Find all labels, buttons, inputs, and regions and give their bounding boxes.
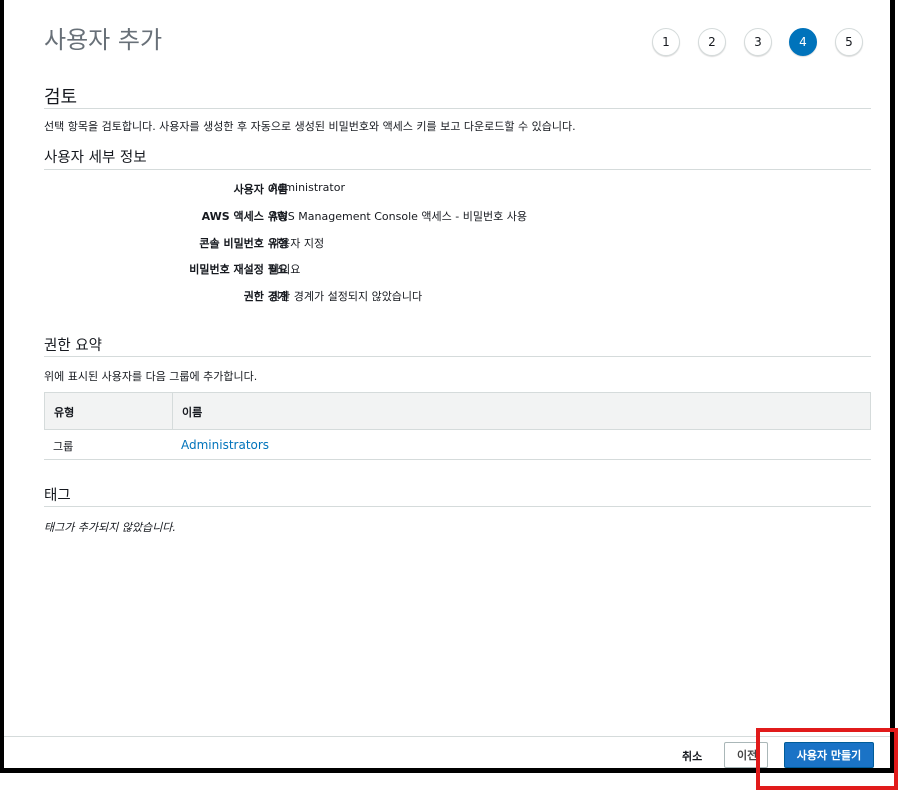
create-user-button[interactable]: 사용자 만들기 (784, 742, 874, 768)
detail-row-username: 사용자 이름 Administrator (44, 181, 844, 199)
detail-row-password-type: 콘솔 비밀번호 유형 사용자 지정 (44, 235, 844, 253)
detail-value: AWS Management Console 액세스 - 비밀번호 사용 (270, 210, 527, 223)
divider (44, 169, 871, 170)
divider (44, 108, 871, 109)
detail-value: 권한 경계가 설정되지 않았습니다 (270, 290, 423, 303)
column-header-type: 유형 (54, 406, 75, 419)
step-3[interactable]: 3 (744, 28, 772, 56)
table-row: 그룹 Administrators (44, 430, 871, 460)
table-header: 유형 이름 (44, 392, 871, 430)
cancel-button[interactable]: 취소 (682, 748, 702, 764)
permissions-heading: 권한 요약 (44, 338, 102, 354)
permissions-description: 위에 표시된 사용자를 다음 그룹에 추가합니다. (44, 370, 258, 383)
group-link-administrators[interactable]: Administrators (181, 438, 269, 452)
detail-row-access-type: AWS 액세스 유형 AWS Management Console 액세스 - … (44, 208, 844, 226)
detail-value: 사용자 지정 (270, 237, 325, 250)
detail-label: 사용자 이름 (233, 183, 288, 196)
step-1[interactable]: 1 (652, 28, 680, 56)
step-2[interactable]: 2 (698, 28, 726, 56)
detail-label: 콘솔 비밀번호 유형 (199, 237, 288, 250)
user-details-heading: 사용자 세부 정보 (44, 150, 147, 166)
detail-row-permission-boundary: 권한 경계 권한 경계가 설정되지 않았습니다 (44, 288, 844, 306)
detail-label: 비밀번호 재설정 필요 (189, 263, 288, 276)
detail-row-password-reset: 비밀번호 재설정 필요 아니요 (44, 261, 844, 279)
detail-value: 아니요 (270, 263, 301, 276)
tags-heading: 태그 (44, 488, 71, 504)
step-5[interactable]: 5 (835, 28, 863, 56)
footer-divider (4, 736, 890, 737)
step-4-current: 4 (789, 28, 817, 56)
page-title: 사용자 추가 (44, 26, 163, 54)
detail-value: Administrator (270, 181, 345, 194)
wizard-frame (0, 0, 895, 773)
no-tags-text: 태그가 추가되지 않았습니다. (44, 521, 176, 534)
previous-button[interactable]: 이전 (724, 742, 768, 768)
column-divider (172, 393, 173, 429)
column-header-name: 이름 (182, 406, 203, 419)
review-heading: 검토 (44, 87, 78, 108)
permissions-table: 유형 이름 그룹 Administrators (44, 392, 871, 460)
detail-label: 권한 경계 (243, 290, 288, 303)
divider (44, 356, 871, 357)
cell-type: 그룹 (53, 440, 74, 453)
review-description: 선택 항목을 검토합니다. 사용자를 생성한 후 자동으로 생성된 비밀번호와 … (44, 120, 576, 133)
detail-label: AWS 액세스 유형 (201, 210, 288, 223)
divider (44, 506, 871, 507)
